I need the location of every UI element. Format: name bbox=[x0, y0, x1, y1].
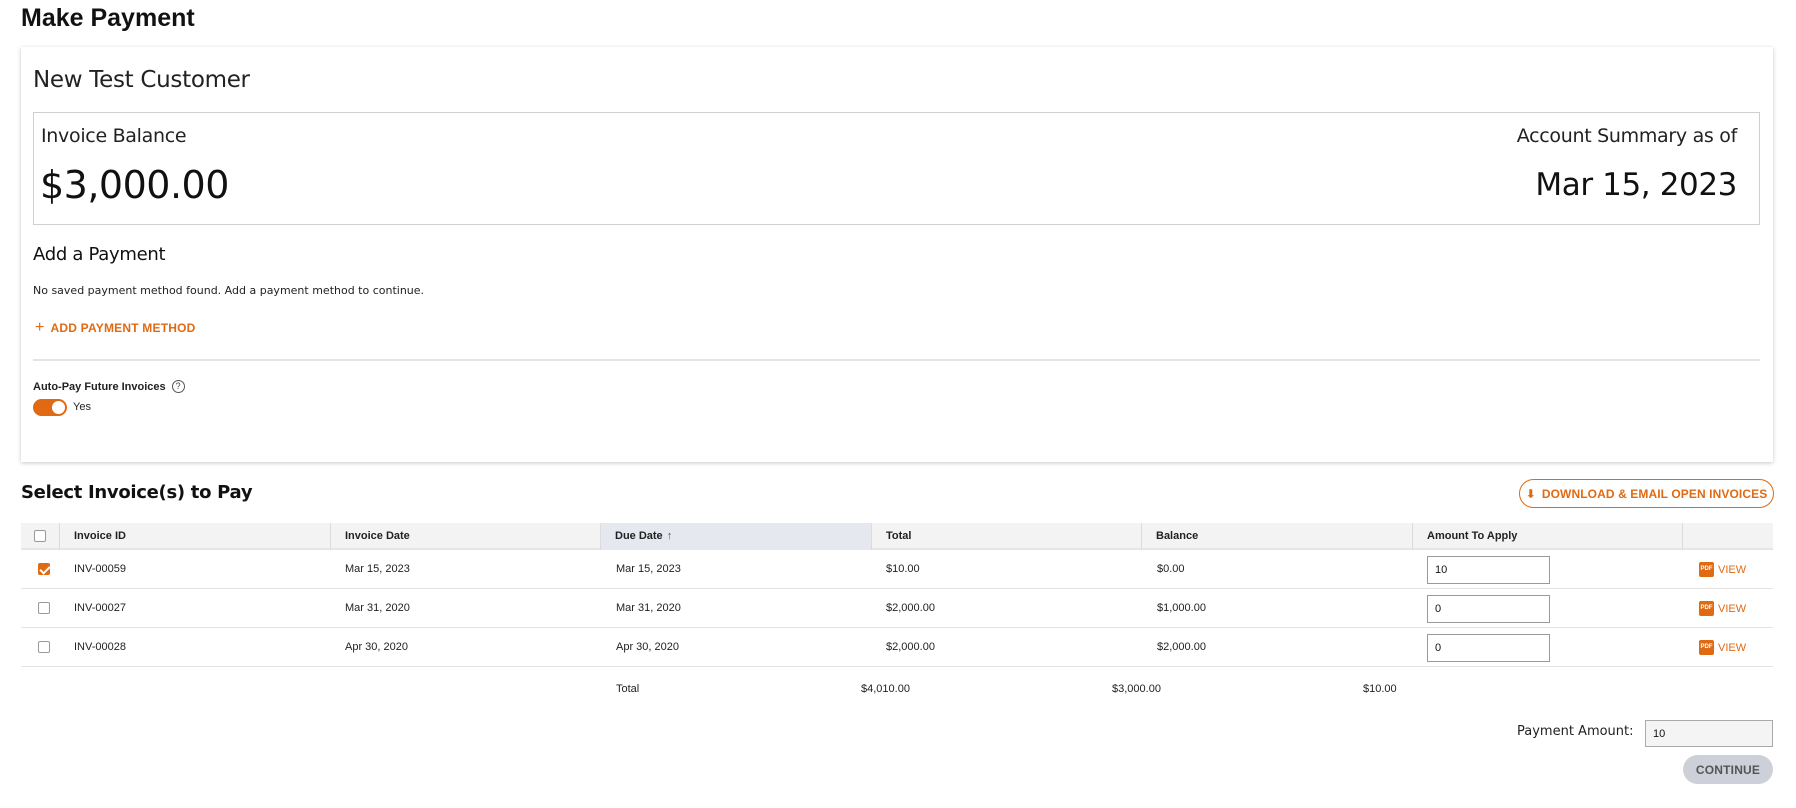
row-checkbox[interactable] bbox=[38, 602, 50, 614]
balance-summary-box: Invoice Balance $3,000.00 Account Summar… bbox=[33, 112, 1760, 225]
account-summary-date: Mar 15, 2023 bbox=[1535, 167, 1737, 203]
page-title: Make Payment bbox=[21, 4, 195, 32]
table-row: INV-00059 Mar 15, 2023 Mar 15, 2023 $10.… bbox=[21, 550, 1773, 589]
column-header-total[interactable]: Total bbox=[871, 523, 1141, 550]
totals-amount-to-apply: $10.00 bbox=[1363, 683, 1397, 695]
plus-icon: + bbox=[35, 319, 45, 336]
pdf-icon: PDF bbox=[1699, 562, 1714, 577]
cell-total: $2,000.00 bbox=[886, 641, 935, 653]
select-invoices-heading: Select Invoice(s) to Pay bbox=[21, 482, 253, 503]
sort-ascending-icon: ↑ bbox=[666, 530, 673, 542]
payment-amount-label: Payment Amount: bbox=[1517, 724, 1634, 739]
payment-card: New Test Customer Invoice Balance $3,000… bbox=[21, 47, 1773, 462]
cell-invoice-date: Mar 15, 2023 bbox=[345, 563, 410, 575]
add-payment-heading: Add a Payment bbox=[33, 244, 166, 265]
invoice-balance-label: Invoice Balance bbox=[41, 125, 187, 147]
view-invoice-label: VIEW bbox=[1718, 641, 1747, 654]
totals-row: Total $4,010.00 $3,000.00 $10.00 bbox=[21, 667, 1773, 703]
header-checkbox-cell bbox=[21, 523, 59, 550]
table-header: Invoice ID Invoice Date Due Date ↑ Total … bbox=[21, 523, 1773, 550]
cell-due-date: Mar 31, 2020 bbox=[616, 602, 681, 614]
row-checkbox[interactable] bbox=[38, 563, 50, 575]
no-payment-method-message: No saved payment method found. Add a pay… bbox=[33, 284, 425, 297]
add-payment-method-button[interactable]: + ADD PAYMENT METHOD bbox=[35, 320, 196, 336]
cell-invoice-date: Mar 31, 2020 bbox=[345, 602, 410, 614]
amount-to-apply-input[interactable] bbox=[1427, 556, 1550, 584]
section-divider bbox=[33, 359, 1760, 361]
cell-total: $2,000.00 bbox=[886, 602, 935, 614]
column-header-invoice-id[interactable]: Invoice ID bbox=[59, 523, 329, 550]
autopay-label-text: Auto-Pay Future Invoices bbox=[33, 380, 166, 393]
autopay-toggle-value: Yes bbox=[73, 401, 91, 413]
table-row: INV-00028 Apr 30, 2020 Apr 30, 2020 $2,0… bbox=[21, 628, 1773, 667]
column-header-due-date-label: Due Date bbox=[615, 530, 663, 542]
view-invoice-link[interactable]: PDF VIEW bbox=[1699, 589, 1746, 628]
view-invoice-label: VIEW bbox=[1718, 563, 1747, 576]
payment-amount-input[interactable] bbox=[1645, 720, 1773, 747]
cell-invoice-id: INV-00028 bbox=[74, 641, 126, 653]
table-row: INV-00027 Mar 31, 2020 Mar 31, 2020 $2,0… bbox=[21, 589, 1773, 628]
invoice-balance-value: $3,000.00 bbox=[40, 163, 229, 207]
cell-due-date: Apr 30, 2020 bbox=[616, 641, 679, 653]
customer-name: New Test Customer bbox=[33, 67, 250, 93]
download-icon: ⬇ bbox=[1525, 486, 1536, 501]
column-header-invoice-date[interactable]: Invoice Date bbox=[330, 523, 600, 550]
view-invoice-label: VIEW bbox=[1718, 602, 1747, 615]
totals-label: Total bbox=[616, 683, 640, 695]
invoices-table: Invoice ID Invoice Date Due Date ↑ Total … bbox=[21, 523, 1773, 703]
cell-invoice-id: INV-00027 bbox=[74, 602, 126, 614]
download-email-invoices-button[interactable]: ⬇ DOWNLOAD & EMAIL OPEN INVOICES bbox=[1519, 479, 1774, 508]
totals-total: $4,010.00 bbox=[861, 683, 910, 695]
column-header-due-date[interactable]: Due Date ↑ bbox=[600, 523, 871, 550]
pdf-icon: PDF bbox=[1699, 640, 1714, 655]
cell-balance: $0.00 bbox=[1157, 563, 1185, 575]
select-all-checkbox[interactable] bbox=[34, 530, 46, 542]
cell-invoice-id: INV-00059 bbox=[74, 563, 126, 575]
account-summary-label: Account Summary as of bbox=[1516, 125, 1738, 147]
continue-button[interactable]: CONTINUE bbox=[1683, 755, 1773, 784]
toggle-knob bbox=[52, 401, 65, 414]
column-header-amount-to-apply[interactable]: Amount To Apply bbox=[1412, 523, 1682, 550]
add-payment-method-label: ADD PAYMENT METHOD bbox=[50, 321, 196, 335]
help-circle-icon[interactable]: ? bbox=[171, 380, 185, 393]
column-header-actions bbox=[1682, 523, 1773, 550]
cell-balance: $2,000.00 bbox=[1157, 641, 1206, 653]
amount-to-apply-input[interactable] bbox=[1427, 634, 1550, 662]
pdf-icon: PDF bbox=[1699, 601, 1714, 616]
cell-total: $10.00 bbox=[886, 563, 920, 575]
cell-balance: $1,000.00 bbox=[1157, 602, 1206, 614]
download-email-invoices-label: DOWNLOAD & EMAIL OPEN INVOICES bbox=[1541, 486, 1768, 501]
column-header-balance[interactable]: Balance bbox=[1141, 523, 1412, 550]
view-invoice-link[interactable]: PDF VIEW bbox=[1699, 628, 1746, 667]
totals-balance: $3,000.00 bbox=[1112, 683, 1161, 695]
autopay-toggle[interactable] bbox=[33, 399, 67, 416]
autopay-label: Auto-Pay Future Invoices ? bbox=[33, 380, 185, 393]
cell-invoice-date: Apr 30, 2020 bbox=[345, 641, 408, 653]
view-invoice-link[interactable]: PDF VIEW bbox=[1699, 550, 1746, 589]
row-checkbox[interactable] bbox=[38, 641, 50, 653]
amount-to-apply-input[interactable] bbox=[1427, 595, 1550, 623]
cell-due-date: Mar 15, 2023 bbox=[616, 563, 681, 575]
